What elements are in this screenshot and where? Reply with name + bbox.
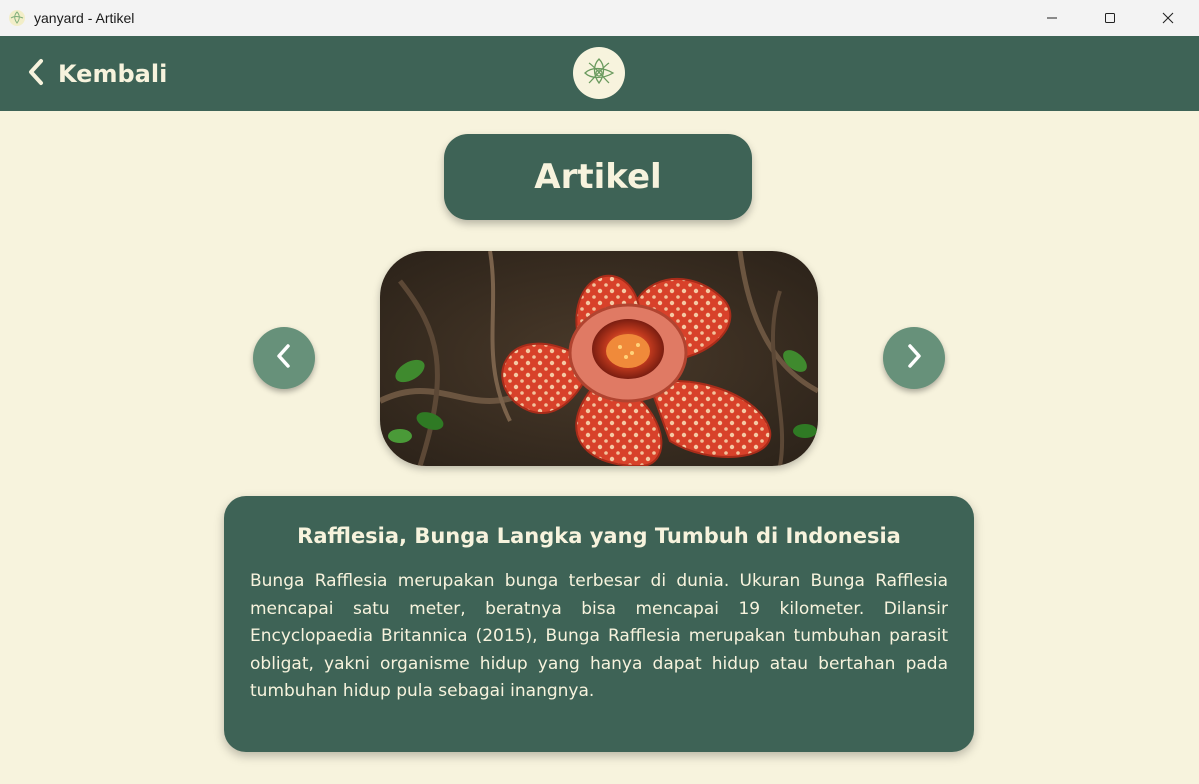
app-icon <box>8 9 26 27</box>
close-icon <box>1162 9 1174 28</box>
page-title-pill: Artikel <box>444 134 752 220</box>
chevron-right-icon <box>904 343 924 373</box>
leaf-logo-icon <box>573 47 625 99</box>
article-body: Bunga Rafflesia merupakan bunga terbesar… <box>250 571 948 701</box>
page-title: Artikel <box>534 157 662 197</box>
back-label: Kembali <box>58 60 168 88</box>
back-button[interactable]: Kembali <box>26 54 167 94</box>
chevron-left-icon <box>274 343 294 373</box>
maximize-button[interactable] <box>1081 0 1139 36</box>
close-button[interactable] <box>1139 0 1197 36</box>
minimize-icon <box>1046 9 1058 28</box>
window-titlebar: yanyard - Artikel <box>0 0 1199 36</box>
window-title: yanyard - Artikel <box>34 10 135 26</box>
carousel-prev-button[interactable] <box>253 327 315 389</box>
article-title: Rafflesia, Bunga Langka yang Tumbuh di I… <box>297 524 901 548</box>
app-header: Kembali <box>0 36 1199 111</box>
article-card: Rafflesia, Bunga Langka yang Tumbuh di I… <box>224 496 974 752</box>
carousel-next-button[interactable] <box>883 327 945 389</box>
chevron-left-icon <box>26 58 46 90</box>
article-image <box>380 251 818 466</box>
minimize-button[interactable] <box>1023 0 1081 36</box>
maximize-icon <box>1104 9 1116 28</box>
